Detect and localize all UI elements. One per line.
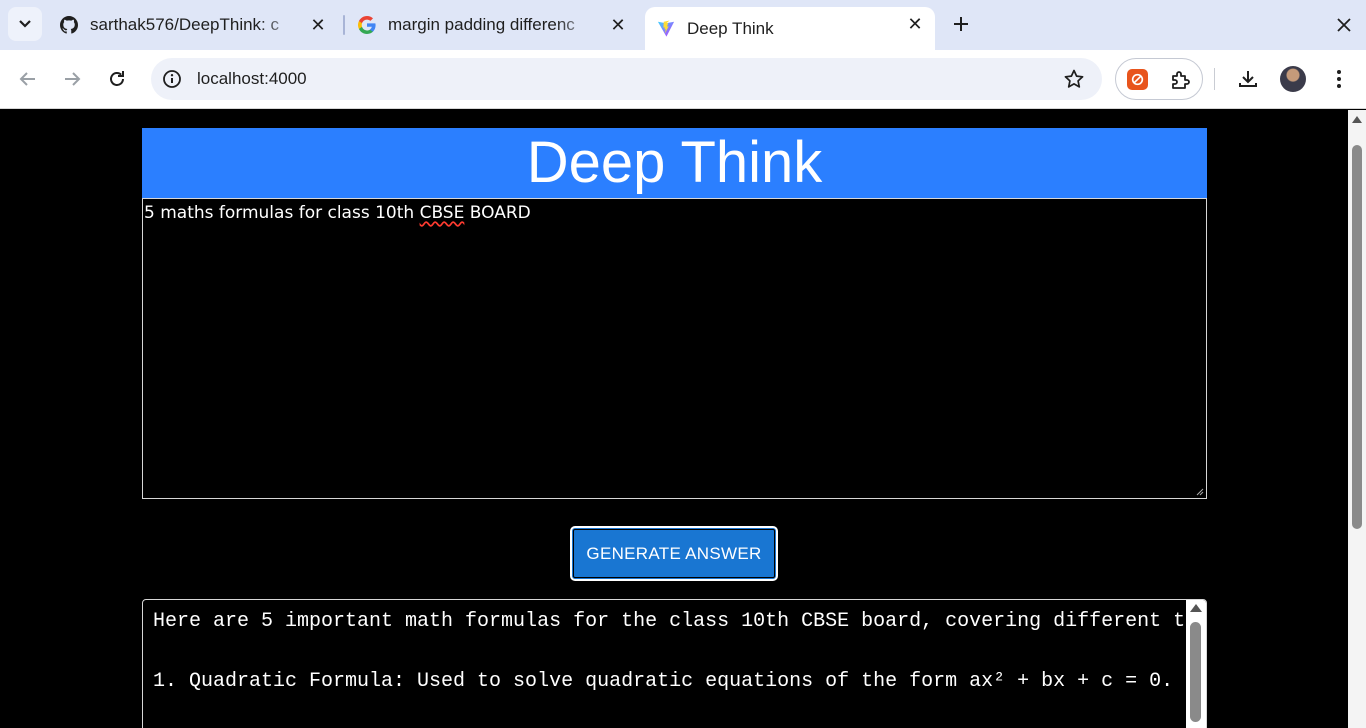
google-icon — [358, 16, 376, 34]
prompt-textarea[interactable]: 5 maths formulas for class 10th CBSE BOA… — [142, 198, 1207, 499]
prompt-text: 5 maths formulas for class 10th CBSE BOA… — [144, 203, 531, 223]
extensions-puzzle-icon[interactable] — [1168, 67, 1194, 93]
tab-title: margin padding differenc — [388, 15, 575, 34]
tab-title: sarthak576/DeepThink: c — [90, 15, 279, 34]
plus-icon — [954, 17, 968, 31]
github-icon — [60, 16, 78, 34]
browser-menu-icon[interactable] — [1328, 65, 1350, 93]
tab-google[interactable]: margin padding differenc ✕ — [346, 8, 638, 42]
tab-github[interactable]: sarthak576/DeepThink: c ✕ — [48, 8, 338, 42]
tab-deep-think[interactable]: Deep Think ✕ — [645, 7, 935, 50]
tab-divider — [343, 15, 345, 35]
scroll-up-arrow-icon[interactable] — [1190, 604, 1202, 612]
close-tab-icon[interactable]: ✕ — [308, 15, 328, 35]
page-scrollbar[interactable] — [1348, 110, 1366, 728]
close-tab-icon[interactable]: ✕ — [608, 15, 628, 35]
page-title: Deep Think — [526, 130, 823, 195]
extensions-group — [1115, 58, 1203, 100]
toolbar-divider — [1214, 68, 1215, 90]
bookmark-star-icon[interactable] — [1062, 67, 1086, 91]
close-icon — [1337, 18, 1351, 32]
answer-box[interactable]: Here are 5 important math formulas for t… — [142, 599, 1207, 728]
scrollbar-thumb[interactable] — [1190, 622, 1201, 722]
new-tab-button[interactable] — [948, 11, 974, 37]
app-header: Deep Think — [142, 128, 1207, 198]
browser-toolbar: localhost:4000 — [0, 50, 1366, 109]
profile-avatar[interactable] — [1280, 66, 1306, 92]
forward-button[interactable] — [56, 63, 88, 95]
answer-scrollbar[interactable] — [1186, 600, 1206, 728]
window-close-button[interactable] — [1332, 13, 1356, 37]
scrollbar-thumb[interactable] — [1352, 145, 1362, 529]
reload-button[interactable] — [101, 63, 133, 95]
chevron-down-icon — [19, 20, 31, 28]
address-bar[interactable]: localhost:4000 — [151, 58, 1102, 100]
resize-grip-icon[interactable] — [1196, 488, 1204, 496]
downloads-icon[interactable] — [1234, 65, 1262, 93]
site-info-icon[interactable] — [161, 68, 183, 90]
answer-line: 1. Quadratic Formula: Used to solve quad… — [153, 670, 1174, 693]
vite-icon — [657, 20, 675, 37]
url-text: localhost:4000 — [197, 69, 307, 88]
generate-answer-button[interactable]: GENERATE ANSWER — [570, 526, 778, 581]
close-tab-icon[interactable]: ✕ — [905, 14, 925, 34]
scroll-up-arrow-icon[interactable] — [1352, 116, 1362, 123]
ublock-extension-icon[interactable] — [1127, 69, 1148, 90]
tab-strip: sarthak576/DeepThink: c ✕ margin padding… — [0, 0, 1366, 50]
answer-line: Here are 5 important math formulas for t… — [153, 610, 1198, 633]
page-viewport: Deep Think 5 maths formulas for class 10… — [0, 110, 1348, 728]
arrow-left-icon — [19, 72, 35, 86]
misspelled-word: CBSE — [419, 203, 465, 223]
tab-title: Deep Think — [687, 18, 774, 38]
tab-search-button[interactable] — [8, 7, 42, 41]
arrow-right-icon — [65, 72, 81, 86]
back-button[interactable] — [12, 63, 44, 95]
reload-icon — [110, 71, 124, 86]
